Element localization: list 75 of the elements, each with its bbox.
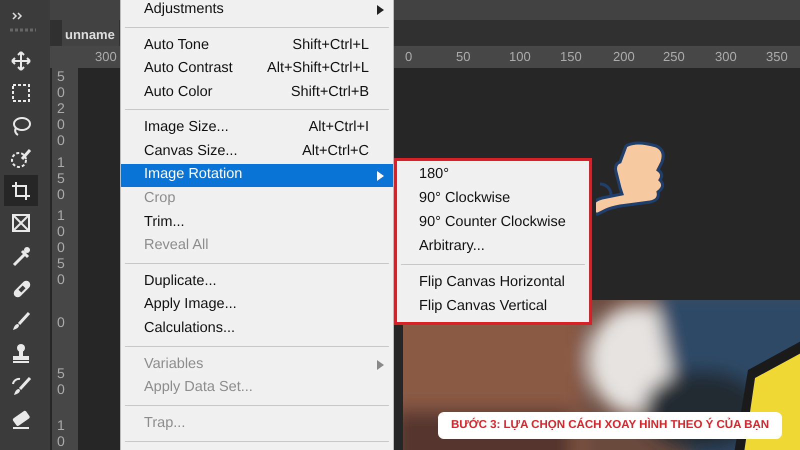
- menu-item-label: Auto Contrast: [144, 59, 234, 78]
- menu-item-label: Image Rotation: [144, 165, 244, 184]
- menu-item[interactable]: Trim...: [121, 210, 393, 234]
- lasso-icon: [10, 114, 32, 136]
- menu-item[interactable]: Flip Canvas Horizontal: [397, 271, 589, 295]
- menu-item-label: Flip Canvas Horizontal: [419, 273, 565, 292]
- crop-icon: [10, 180, 32, 202]
- menu-item-label: 90° Counter Clockwise: [419, 213, 566, 232]
- menu-item-label: Trim...: [144, 212, 186, 232]
- ruler-label: 0: [57, 314, 66, 330]
- ruler-label: 50: [57, 255, 66, 288]
- menu-item-label: Flip Canvas Vertical: [419, 297, 548, 316]
- ruler-label: 100: [57, 207, 66, 256]
- ruler-label: 100: [509, 49, 531, 65]
- menu-item[interactable]: Duplicate...: [121, 270, 393, 294]
- menu-item[interactable]: 180°: [397, 163, 589, 187]
- eyedropper-icon: [10, 244, 32, 266]
- ruler-label: 50: [57, 365, 66, 398]
- marquee-icon: [10, 82, 32, 104]
- shortcut-label: Alt+Ctrl+I: [308, 118, 369, 138]
- menu-item-label: 180°: [419, 165, 450, 184]
- ruler-label: 50: [456, 49, 470, 65]
- menu-item[interactable]: Image Rotation: [121, 164, 393, 188]
- menu-item-label: Auto Tone: [144, 36, 210, 55]
- brush-icon: [10, 310, 32, 332]
- menu-item-label: Variables: [144, 354, 204, 374]
- stamp-icon: [10, 342, 32, 364]
- menu-item[interactable]: Auto Contrast Alt+Shift+Ctrl+L: [121, 57, 393, 81]
- document-tab[interactable]: unname: [62, 20, 119, 46]
- menu-item[interactable]: Calculations...: [121, 317, 393, 341]
- quick-select-icon: [10, 147, 32, 169]
- menu-item-label: Reveal All: [144, 236, 210, 256]
- menu-item-label: Duplicate...: [144, 272, 218, 291]
- move-icon: [10, 50, 32, 72]
- menu-item-label: Arbitrary...: [419, 237, 486, 256]
- menu-item[interactable]: Auto Tone Shift+Ctrl+L: [121, 34, 393, 58]
- menu-item[interactable]: Image Size... Alt+Ctrl+I: [121, 116, 393, 140]
- crop-tool[interactable]: [4, 175, 38, 206]
- menu-item-label: Apply Data Set...: [144, 378, 254, 398]
- ruler-label: 250: [663, 49, 685, 65]
- menu-item[interactable]: Apply Image...: [121, 294, 393, 318]
- ruler-label: 200: [57, 100, 66, 148]
- menu-item[interactable]: Auto Color Shift+Ctrl+B: [121, 80, 393, 104]
- ruler-label: 150: [57, 154, 66, 202]
- menu-item-label: 90° Clockwise: [419, 189, 512, 208]
- shortcut-label: Shift+Ctrl+B: [290, 82, 369, 102]
- menu-item-label: Apply Image...: [144, 295, 238, 314]
- menu-item[interactable]: 90° Clockwise: [397, 187, 589, 211]
- ruler-label: 50: [57, 68, 66, 100]
- shortcut-label: Alt+Ctrl+C: [302, 142, 369, 161]
- shortcut-label: Alt+Shift+Ctrl+L: [267, 59, 369, 78]
- ruler-label: 300: [95, 49, 117, 65]
- step-caption: BƯỚC 3: LỰA CHỌN CÁCH XOAY HÌNH THEO Ý CỦA BẠN: [438, 412, 782, 439]
- menu-item-label: Image Size...: [144, 118, 230, 138]
- expand-chevron-icon[interactable]: [12, 12, 24, 20]
- menu-item[interactable]: Flip Canvas Vertical: [397, 295, 589, 319]
- frame-icon: [10, 212, 32, 234]
- ruler-label: 10: [57, 417, 66, 450]
- menu-item-label: Canvas Size...: [144, 142, 238, 161]
- ruler-label: 0: [405, 49, 412, 65]
- history-brush-icon: [10, 374, 32, 396]
- ruler-label: 300: [715, 49, 737, 65]
- ruler-label: 150: [560, 49, 582, 65]
- menu-item-label: Adjustments: [144, 0, 225, 19]
- menu-item-label: Calculations...: [144, 319, 236, 338]
- shortcut-label: Shift+Ctrl+L: [292, 36, 369, 55]
- ruler-label: 350: [766, 49, 788, 65]
- menu-item-label: Trap...: [144, 414, 186, 433]
- menu-item[interactable]: Canvas Size... Alt+Ctrl+C: [121, 140, 393, 164]
- menu-item-label: Crop: [144, 189, 176, 208]
- menu-item-label: Auto Color: [144, 82, 214, 102]
- menu-item[interactable]: 90° Counter Clockwise: [397, 211, 589, 235]
- menu-item[interactable]: Arbitrary...: [397, 235, 589, 259]
- panel-grip-icon[interactable]: [10, 28, 36, 32]
- ruler-label: 200: [613, 49, 635, 65]
